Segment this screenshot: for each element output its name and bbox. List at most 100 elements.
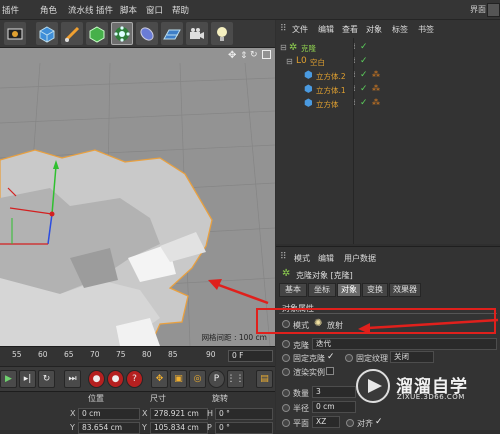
object-row-cube-1[interactable]: ⬢ 立方体.1 ⁞ ✓ ⁂ [276, 84, 500, 98]
plane-dropdown[interactable]: XZ [312, 416, 340, 428]
fix-clone-radio[interactable] [282, 354, 290, 362]
phong-tag-icon[interactable]: ⁂ [372, 98, 380, 107]
plane-radio[interactable] [282, 419, 290, 427]
film-button[interactable]: ▤ [256, 370, 273, 388]
position-x-field[interactable]: 0 cm [78, 408, 140, 420]
viewport[interactable]: 网格间距 : 100 cm [0, 48, 275, 346]
tab-transform[interactable]: 变换 [362, 283, 388, 297]
subdivision-button[interactable] [86, 22, 108, 45]
light-button[interactable] [211, 22, 233, 45]
go-end-icon: ⏭ [68, 374, 77, 384]
menu-plugins-1[interactable]: 插件 [2, 4, 19, 16]
collapse-icon[interactable]: ⊟ [280, 43, 287, 52]
om-menu-edit[interactable]: 编辑 [318, 24, 334, 35]
om-menu-object[interactable]: 对象 [366, 24, 382, 35]
align-check-icon[interactable]: ✓ [375, 417, 383, 427]
deformer-button[interactable] [136, 22, 158, 45]
tab-effectors[interactable]: 效果器 [389, 283, 421, 297]
phong-tag-icon[interactable]: ⁂ [372, 70, 380, 79]
radius-field[interactable]: 0 cm [312, 401, 356, 413]
menu-character[interactable]: 角色 [40, 4, 57, 16]
object-row-cube[interactable]: ⬢ 立方体 ⁞ ✓ ⁂ [276, 98, 500, 112]
menu-window[interactable]: 窗口 [146, 4, 163, 16]
tab-coord[interactable]: 坐标 [308, 283, 336, 297]
camera-button[interactable] [186, 22, 208, 45]
grid-key-button[interactable]: ⋮⋮ [227, 370, 245, 388]
deformer-icon [138, 25, 156, 43]
om-menu-file[interactable]: 文件 [292, 24, 308, 35]
object-row-null[interactable]: ⊟ L0 空白 ⁞ ✓ [276, 56, 500, 70]
record-button[interactable]: ● [88, 370, 105, 388]
clone-radio[interactable] [282, 340, 290, 348]
axis-label: Y [142, 423, 147, 432]
keyframe-button[interactable]: ? [126, 370, 143, 388]
pen-button[interactable] [61, 22, 83, 45]
maximize-view-icon[interactable] [262, 50, 271, 59]
move-key-button[interactable]: ✥ [151, 370, 168, 388]
layout-dropdown[interactable] [487, 3, 500, 17]
menu-help[interactable]: 帮助 [172, 4, 189, 16]
cube-button[interactable] [36, 22, 58, 45]
om-menu-view[interactable]: 查看 [342, 24, 358, 35]
om-menu-tags[interactable]: 标签 [392, 24, 408, 35]
tab-basic[interactable]: 基本 [279, 283, 307, 297]
phong-tag-icon[interactable]: ⁂ [372, 84, 380, 93]
loop-button[interactable]: ↻ [38, 370, 55, 388]
fix-texture-dropdown[interactable]: 关闭 [390, 351, 434, 363]
count-radio[interactable] [282, 389, 290, 397]
attr-menu-edit[interactable]: 编辑 [318, 253, 334, 264]
count-field[interactable]: 3 [312, 386, 356, 398]
clone-mode-dropdown[interactable]: 迭代 [312, 338, 497, 350]
scale-key-button[interactable]: ▣ [170, 370, 187, 388]
mode-value[interactable]: 放射 [327, 320, 343, 331]
go-end-button[interactable]: ⏭ [64, 370, 81, 388]
fix-texture-radio[interactable] [345, 354, 353, 362]
autokey-button[interactable]: ● [107, 370, 124, 388]
column-divider [353, 38, 354, 244]
current-frame-field[interactable]: 0 F [228, 350, 273, 362]
camera-icon [188, 25, 206, 43]
render-instances-radio[interactable] [282, 368, 290, 376]
object-row-cube-2[interactable]: ⬢ 立方体.2 ⁞ ✓ ⁂ [276, 70, 500, 84]
tab-object[interactable]: 对象 [337, 283, 361, 297]
param-key-button[interactable]: P [208, 370, 225, 388]
enabled-check-icon[interactable]: ✓ [360, 42, 368, 52]
axis-label: X [142, 409, 148, 418]
viewport-scene [0, 62, 275, 346]
cube-icon [38, 25, 56, 43]
rotate-key-button[interactable]: ◎ [189, 370, 206, 388]
menu-plugins-2[interactable]: 插件 [96, 4, 113, 16]
enabled-check-icon[interactable]: ✓ [360, 70, 368, 80]
position-header: 位置 [88, 394, 104, 403]
mode-radio[interactable] [282, 320, 290, 328]
fix-clone-check-icon[interactable]: ✓ [327, 352, 335, 362]
floor-button[interactable] [161, 22, 183, 45]
align-radio[interactable] [346, 419, 354, 427]
rotation-h-field[interactable]: 0 ° [215, 408, 273, 420]
size-x-field[interactable]: 278.921 cm [150, 408, 208, 420]
enabled-check-icon[interactable]: ✓ [360, 98, 368, 108]
render-view-button[interactable] [4, 22, 26, 45]
zoom-view-icon[interactable]: ⇕ [240, 51, 248, 61]
menu-script[interactable]: 脚本 [120, 4, 137, 16]
attr-menu-mode[interactable]: 模式 [294, 253, 310, 264]
collapse-icon[interactable]: ⊟ [286, 57, 293, 66]
rotate-view-icon[interactable]: ↻ [250, 50, 258, 60]
object-row-cloner[interactable]: ⊟ ✲ 克隆 ⁞ ✓ [276, 42, 500, 56]
rotation-p-field[interactable]: 0 ° [215, 422, 273, 434]
enabled-check-icon[interactable]: ✓ [360, 56, 368, 66]
cloner-button[interactable] [111, 22, 133, 45]
om-menu-bookmarks[interactable]: 书签 [418, 24, 434, 35]
play-button[interactable]: ▶ [0, 370, 17, 388]
axis-label: P [207, 423, 212, 432]
attr-menu-userdata[interactable]: 用户数据 [344, 253, 376, 264]
radius-radio[interactable] [282, 404, 290, 412]
render-instances-checkbox[interactable] [326, 367, 334, 375]
size-y-field[interactable]: 105.834 cm [150, 422, 208, 434]
object-name: 克隆 [301, 44, 316, 53]
move-view-icon[interactable]: ✥ [228, 50, 236, 61]
position-y-field[interactable]: 83.654 cm [78, 422, 140, 434]
next-frame-button[interactable]: ▸| [19, 370, 36, 388]
menu-pipeline[interactable]: 流水线 [68, 4, 94, 16]
enabled-check-icon[interactable]: ✓ [360, 84, 368, 94]
